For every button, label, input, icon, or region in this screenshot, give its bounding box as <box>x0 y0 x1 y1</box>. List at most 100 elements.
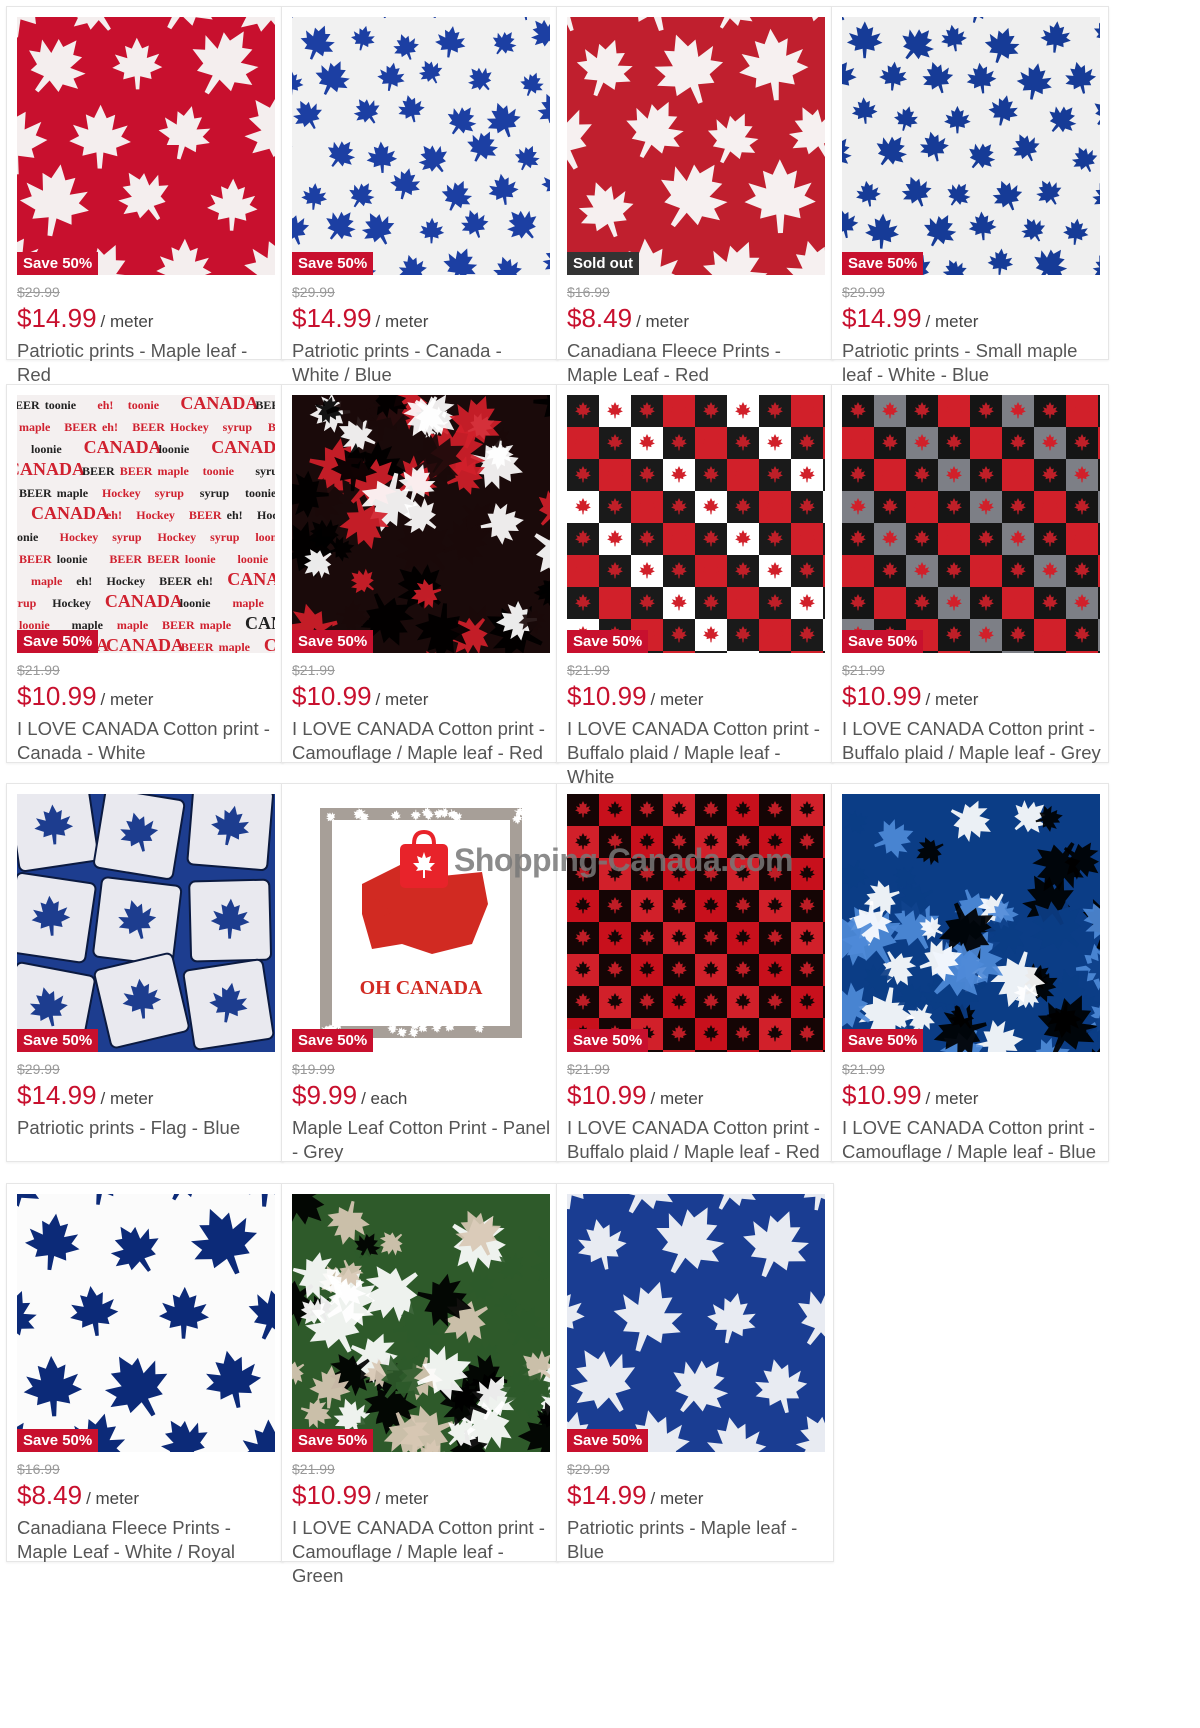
product-title-link[interactable]: I LOVE CANADA Cotton print - Camouflage … <box>292 717 554 765</box>
product-image[interactable]: Save 50% <box>292 395 550 653</box>
sale-badge: Save 50% <box>292 1429 374 1452</box>
price-line: $8.49/ meter <box>17 1480 139 1511</box>
product-image[interactable]: Save 50% <box>842 794 1100 1052</box>
svg-text:Hockey: Hockey <box>52 596 91 610</box>
svg-text:maple: maple <box>157 464 189 478</box>
product-card[interactable]: Save 50% $21.99 $10.99/ meter I LOVE CANADA… <box>281 384 559 763</box>
svg-text:loonie: loonie <box>180 596 211 610</box>
product-image[interactable]: Save 50% <box>842 395 1100 653</box>
original-price: $21.99 <box>17 662 60 678</box>
product-card[interactable]: Save 50% $29.99 $14.99/ meter Patriotic pri… <box>6 6 284 385</box>
product-card[interactable]: Save 50% $21.99 $10.99/ meter I LOVE CANADA… <box>831 384 1109 763</box>
original-price: $29.99 <box>17 284 60 300</box>
product-title-link[interactable]: Canadiana Fleece Prints - Maple Leaf - R… <box>567 339 829 387</box>
product-image[interactable]: Save 50% <box>292 1194 550 1452</box>
svg-text:maple: maple <box>200 618 232 632</box>
product-image[interactable]: Save 50% <box>17 1194 275 1452</box>
price-unit: / meter <box>925 1089 979 1108</box>
svg-text:Hockey: Hockey <box>136 508 175 522</box>
svg-text:Hockey: Hockey <box>170 420 209 434</box>
product-card[interactable]: BEERtoonieeh!toonieCANADABEERmapleBEEReh… <box>6 384 284 763</box>
product-image[interactable]: Save 50% <box>17 17 275 275</box>
price-unit: / meter <box>100 690 154 709</box>
product-card[interactable]: Save 50% $21.99 $10.99/ meter I LOVE CANADA… <box>556 384 834 787</box>
product-image[interactable]: Save 50% <box>567 1194 825 1452</box>
product-card[interactable]: Save 50% $29.99 $14.99/ meter Patriotic pri… <box>281 6 559 385</box>
product-title-link[interactable]: Patriotic prints - Flag - Blue <box>17 1116 279 1140</box>
product-title-link[interactable]: I LOVE CANADA Cotton print - Buffalo pla… <box>567 717 829 789</box>
svg-text:syrup: syrup <box>17 596 37 610</box>
product-title-link[interactable]: Maple Leaf Cotton Print - Panel - Grey <box>292 1116 554 1164</box>
price-unit: / meter <box>650 1089 704 1108</box>
fabric-swatch <box>17 17 275 275</box>
product-card[interactable]: Save 50% $16.99 $8.49/ meter Canadiana Flee… <box>6 1183 284 1562</box>
product-card[interactable]: Save 50% $21.99 $10.99/ meter I LOVE CANADA… <box>281 1183 559 1586</box>
product-card[interactable]: OH CANADA Save 50% $19.99 $9.99/ each Maple … <box>281 783 559 1162</box>
product-image[interactable]: Save 50% <box>292 17 550 275</box>
product-title-link[interactable]: I LOVE CANADA Cotton print - Camouflage … <box>292 1516 554 1588</box>
price-line: $14.99/ meter <box>842 303 978 334</box>
sale-badge: Save 50% <box>842 252 924 275</box>
svg-text:BEER: BEER <box>64 420 97 434</box>
svg-text:eh!: eh! <box>76 574 92 588</box>
product-card[interactable]: Sold out $16.99 $8.49/ meter Canadiana Flee… <box>556 6 834 385</box>
sale-badge: Save 50% <box>292 252 374 275</box>
svg-text:eh!: eh! <box>227 508 243 522</box>
product-image[interactable]: Sold out <box>567 17 825 275</box>
original-price: $29.99 <box>17 1061 60 1077</box>
product-title-link[interactable]: Canadiana Fleece Prints - Maple Leaf - W… <box>17 1516 279 1564</box>
product-card[interactable]: Save 50% $21.99 $10.99/ meter I LOVE CANADA… <box>556 783 834 1162</box>
product-card[interactable]: Save 50% $29.99 $14.99/ meter Patriotic pri… <box>831 6 1109 385</box>
product-card[interactable]: Save 50% $29.99 $14.99/ meter Patriotic pri… <box>6 783 284 1162</box>
price-line: $14.99/ meter <box>567 1480 703 1511</box>
product-image[interactable]: Save 50% <box>567 395 825 653</box>
original-price: $21.99 <box>567 662 610 678</box>
svg-text:BEER: BEER <box>17 398 40 412</box>
svg-text:CANADA: CANADA <box>211 437 275 457</box>
product-card[interactable]: Save 50% $21.99 $10.99/ meter I LOVE CANADA… <box>831 783 1109 1162</box>
fabric-swatch <box>17 1194 275 1452</box>
product-image[interactable]: Save 50% <box>17 794 275 1052</box>
original-price: $16.99 <box>567 284 610 300</box>
svg-text:maple: maple <box>219 640 251 653</box>
product-image[interactable]: Save 50% <box>842 17 1100 275</box>
sale-price: $14.99 <box>17 1080 97 1110</box>
price-line: $10.99/ meter <box>292 681 428 712</box>
price-line: $10.99/ meter <box>292 1480 428 1511</box>
original-price: $21.99 <box>292 1461 335 1477</box>
original-price: $21.99 <box>842 1061 885 1077</box>
svg-text:loonie: loonie <box>159 442 190 456</box>
product-card[interactable]: Save 50% $29.99 $14.99/ meter Patriotic pri… <box>556 1183 834 1562</box>
product-title-link[interactable]: I LOVE CANADA Cotton print - Buffalo pla… <box>842 717 1104 765</box>
price-line: $10.99/ meter <box>567 681 703 712</box>
product-title-link[interactable]: Patriotic prints - Maple leaf - Red <box>17 339 279 387</box>
price-unit: / meter <box>650 690 704 709</box>
svg-text:CANADA: CANADA <box>245 613 275 633</box>
svg-text:eh!: eh! <box>102 420 118 434</box>
sale-badge: Save 50% <box>292 630 374 653</box>
product-image[interactable]: BEERtoonieeh!toonieCANADABEERmapleBEEReh… <box>17 395 275 653</box>
svg-text:maple: maple <box>117 618 149 632</box>
svg-text:CANADA: CANADA <box>105 591 183 611</box>
product-title-link[interactable]: Patriotic prints - Maple leaf - Blue <box>567 1516 829 1564</box>
original-price: $21.99 <box>292 662 335 678</box>
fabric-swatch <box>842 794 1100 1052</box>
product-image[interactable]: Save 50% <box>567 794 825 1052</box>
product-title-link[interactable]: I LOVE CANADA Cotton print - Buffalo pla… <box>567 1116 829 1164</box>
product-title-link[interactable]: I LOVE CANADA Cotton print - Canada - Wh… <box>17 717 279 765</box>
svg-text:Hockey: Hockey <box>107 574 146 588</box>
svg-text:BEER: BEER <box>82 464 115 478</box>
svg-text:toonie: toonie <box>17 530 39 544</box>
product-image[interactable]: OH CANADA Save 50% <box>292 794 550 1052</box>
svg-text:CANADA: CANADA <box>84 437 162 457</box>
sale-badge: Save 50% <box>17 1429 99 1452</box>
svg-text:toonie: toonie <box>245 486 275 500</box>
svg-text:syrup: syrup <box>255 464 275 478</box>
svg-text:CANADA: CANADA <box>227 569 275 589</box>
product-title-link[interactable]: Patriotic prints - Small maple leaf - Wh… <box>842 339 1104 387</box>
svg-text:maple: maple <box>232 596 264 610</box>
fabric-swatch <box>567 17 825 275</box>
product-title-link[interactable]: Patriotic prints - Canada - White / Blue <box>292 339 554 387</box>
product-title-link[interactable]: I LOVE CANADA Cotton print - Camouflage … <box>842 1116 1104 1164</box>
sale-price: $10.99 <box>842 681 922 711</box>
